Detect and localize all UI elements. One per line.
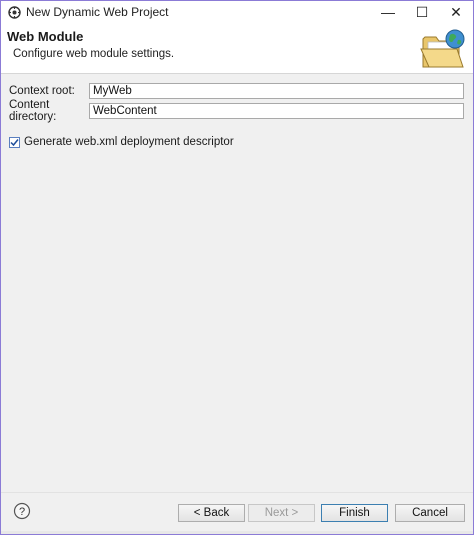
finish-button[interactable]: Finish [321,504,388,522]
context-root-row: Context root: [9,82,91,100]
bottom-edge [1,531,473,534]
generate-web-xml-checkbox[interactable] [9,136,20,148]
context-root-label: Context root: [9,85,75,97]
page-description: Configure web module settings. [13,48,175,60]
dialog-window: New Dynamic Web Project — ☐ ✕ Web Module… [0,0,474,535]
folder-globe-icon [419,27,467,71]
context-root-input[interactable]: MyWeb [89,83,464,99]
generate-web-xml-label: Generate web.xml deployment descriptor [24,136,234,148]
svg-text:?: ? [19,506,25,518]
maximize-button[interactable]: ☐ [405,1,439,23]
title-bar[interactable]: New Dynamic Web Project — ☐ ✕ [1,1,473,23]
content-directory-row: Content directory: [9,99,91,123]
close-button[interactable]: ✕ [439,1,473,23]
minimize-button[interactable]: — [371,1,405,23]
content-directory-input[interactable]: WebContent [89,103,464,119]
eclipse-app-icon [7,5,21,19]
back-button[interactable]: < Back [178,504,245,522]
page-title: Web Module [7,29,84,44]
footer-divider [1,492,473,493]
checkmark-icon [10,138,19,146]
window-title: New Dynamic Web Project [26,5,169,19]
wizard-banner: Web Module Configure web module settings… [1,23,473,74]
content-directory-label: Content directory: [9,99,57,123]
help-icon[interactable]: ? [13,502,31,520]
generate-web-xml-option[interactable]: Generate web.xml deployment descriptor [9,136,234,148]
cancel-button[interactable]: Cancel [395,504,465,522]
next-button[interactable]: Next > [248,504,315,522]
